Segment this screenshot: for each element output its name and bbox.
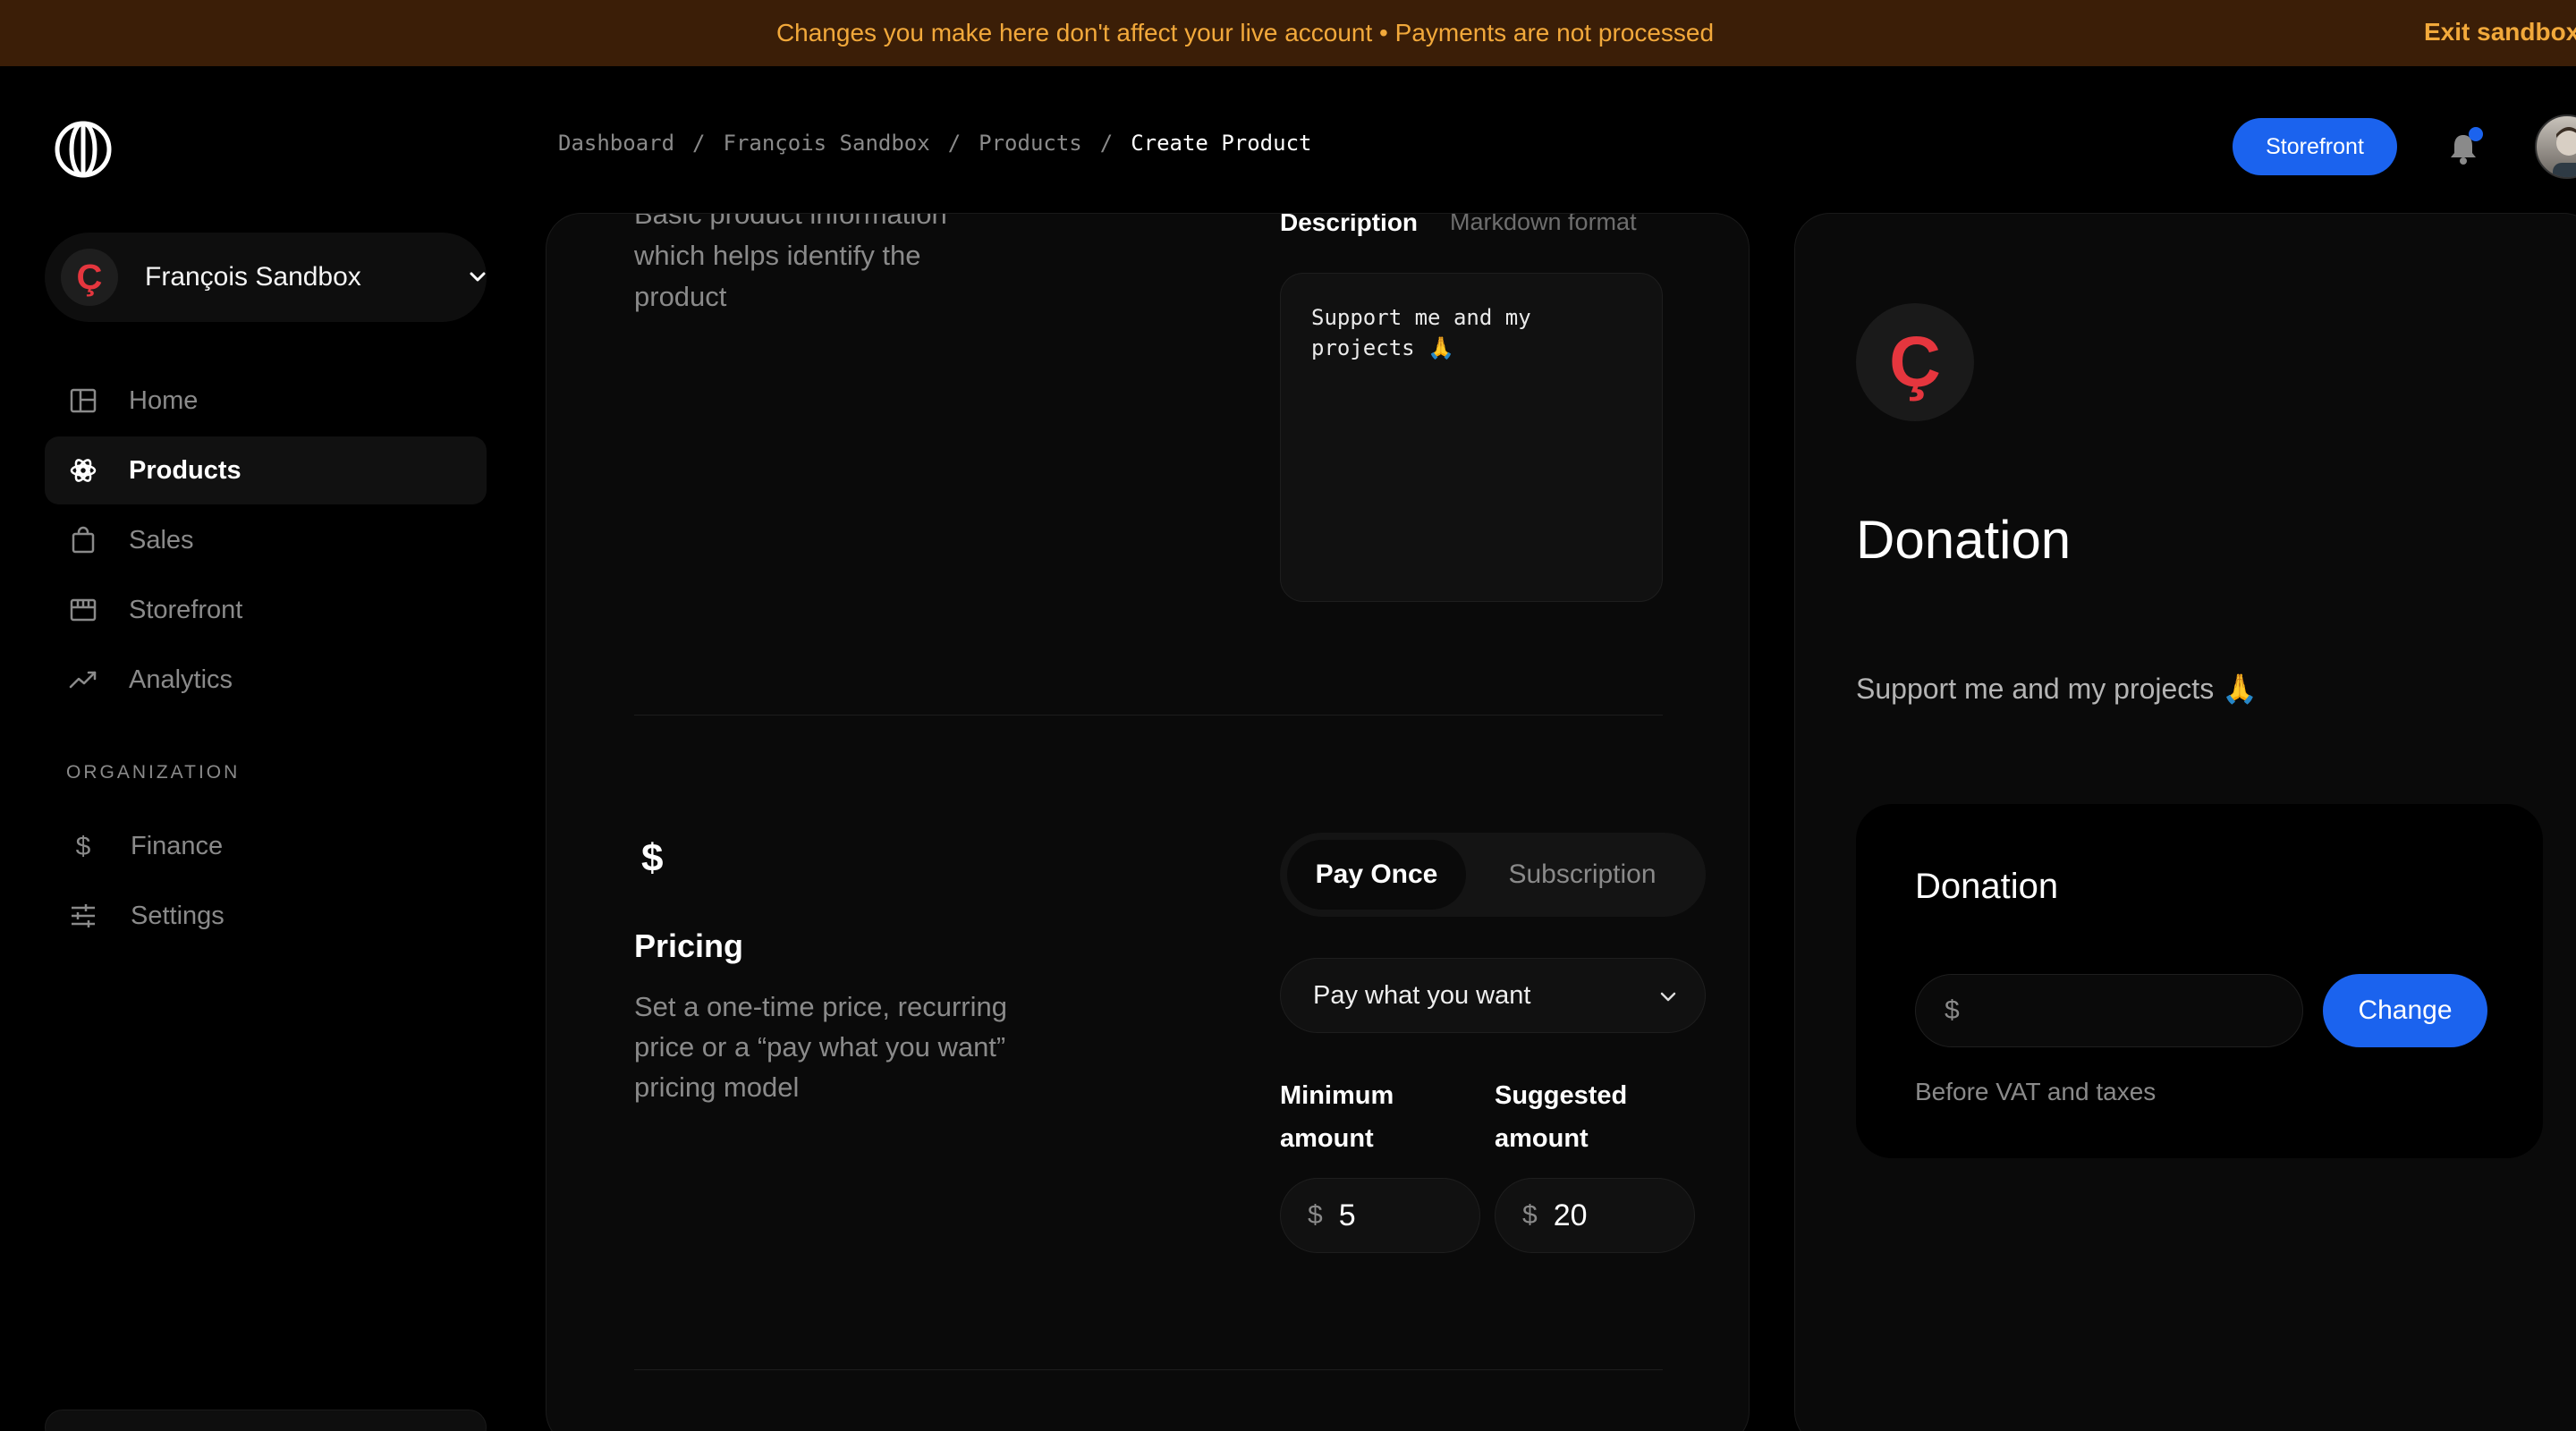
- chevron-down-icon: [470, 272, 486, 282]
- sidebar-item-label: Sales: [129, 525, 194, 555]
- vat-note: Before VAT and taxes: [1915, 1078, 2157, 1105]
- sidebar-item-settings[interactable]: Settings: [45, 882, 487, 950]
- chevron-down-icon: [1660, 992, 1676, 1002]
- home-icon: [70, 388, 97, 413]
- sandbox-banner: Changes you make here don't affect your …: [0, 0, 2576, 66]
- pricing-description: Set a one-time price, recurring price or…: [634, 991, 1007, 1103]
- sandbox-banner-message: Changes you make here don't affect your …: [775, 19, 1715, 47]
- currency-symbol: $: [1308, 1200, 1323, 1230]
- org-avatar: Ç: [61, 249, 118, 306]
- trend-up-icon: [69, 671, 97, 689]
- store-icon: [70, 598, 97, 622]
- basic-info-description: Basic product information which helps id…: [634, 213, 947, 312]
- tab-subscription[interactable]: Subscription: [1466, 840, 1699, 910]
- minimum-amount-value: 5: [1338, 1198, 1356, 1232]
- product-form: Basic product information which helps id…: [546, 213, 1750, 1431]
- organization-section-label: ORGANIZATION: [66, 762, 241, 783]
- pricing-model-value: Pay what you want: [1313, 980, 1531, 1010]
- description-textarea[interactable]: Support me and my projects 🙏: [1280, 273, 1663, 602]
- sidebar-account-menu[interactable]: [45, 1410, 487, 1431]
- breadcrumb-separator: /: [692, 131, 706, 156]
- sidebar-item-products[interactable]: Products: [45, 436, 487, 504]
- currency-symbol: $: [1522, 1200, 1538, 1230]
- org-switcher[interactable]: Ç François Sandbox: [45, 233, 487, 322]
- suggested-amount-label: Suggested amount: [1495, 1081, 1628, 1153]
- sidebar-item-label: Home: [129, 385, 199, 415]
- sidebar-item-label: Storefront: [129, 595, 243, 624]
- section-divider: [634, 715, 1663, 716]
- dollar-icon: $: [76, 832, 91, 861]
- exit-sandbox-link[interactable]: Exit sandbox: [2424, 18, 2576, 47]
- product-preview: Ç Donation Support me and my projects 🙏 …: [1794, 213, 2576, 1431]
- sidebar-item-sales[interactable]: Sales: [45, 506, 487, 574]
- app-logo[interactable]: [54, 120, 113, 179]
- user-photo-icon: [2553, 127, 2576, 177]
- sidebar-item-finance[interactable]: $ Finance: [45, 812, 487, 880]
- sidebar-item-label: Products: [129, 455, 242, 485]
- preview-checkout-box: Donation $ Change Before VAT and taxes: [1856, 804, 2543, 1158]
- minimum-amount-label: Minimum amount: [1280, 1081, 1394, 1153]
- org-name: François Sandbox: [145, 262, 361, 292]
- sidebar-item-storefront[interactable]: Storefront: [45, 576, 487, 644]
- sliders-icon: [72, 904, 95, 927]
- products-icon: [70, 459, 97, 482]
- user-avatar[interactable]: [2535, 114, 2576, 179]
- tab-pay-once[interactable]: Pay Once: [1287, 840, 1466, 910]
- breadcrumb-products[interactable]: Products: [979, 131, 1082, 156]
- storefront-button[interactable]: Storefront: [2233, 118, 2397, 175]
- breadcrumb-org[interactable]: François Sandbox: [724, 131, 930, 156]
- change-button[interactable]: Change: [2323, 974, 2487, 1047]
- suggested-amount-input[interactable]: $ 20: [1495, 1178, 1695, 1253]
- sidebar-nav: Home Products Sales Storefront Analytics: [45, 367, 487, 716]
- section-divider: [634, 1369, 1663, 1370]
- description-hint: Markdown format: [1450, 213, 1637, 235]
- suggested-amount-value: 20: [1553, 1198, 1588, 1232]
- sidebar-item-home[interactable]: Home: [45, 367, 487, 435]
- sidebar-item-analytics[interactable]: Analytics: [45, 646, 487, 714]
- currency-symbol: $: [1945, 995, 1960, 1025]
- breadcrumb-current: Create Product: [1131, 131, 1312, 156]
- notification-badge: [2469, 127, 2483, 141]
- preview-avatar: Ç: [1856, 303, 1974, 421]
- preview-amount-input[interactable]: $: [1915, 974, 2303, 1047]
- pricing-title: Pricing: [634, 927, 744, 964]
- pricing-type-toggle: Pay Once Subscription: [1280, 833, 1706, 917]
- preview-title: Donation: [1856, 510, 2072, 570]
- description-label: Description: [1280, 213, 1419, 236]
- preview-box-title: Donation: [1915, 867, 2059, 906]
- preview-description: Support me and my projects 🙏: [1856, 673, 2258, 705]
- pricing-dollar-icon: $: [641, 836, 664, 880]
- sidebar-item-label: Analytics: [129, 665, 233, 694]
- polar-logo-icon: [55, 121, 112, 178]
- shopping-bag-icon: [72, 526, 95, 554]
- breadcrumb-separator: /: [947, 131, 962, 156]
- sidebar-item-label: Settings: [131, 901, 225, 930]
- breadcrumb-dashboard[interactable]: Dashboard: [558, 131, 674, 156]
- minimum-amount-input[interactable]: $ 5: [1280, 1178, 1480, 1253]
- organization-nav: $ Finance Settings: [45, 812, 487, 952]
- pricing-model-select[interactable]: Pay what you want: [1280, 958, 1706, 1033]
- sidebar-item-label: Finance: [131, 831, 224, 860]
- svg-text:$: $: [76, 832, 91, 861]
- breadcrumb: Dashboard / François Sandbox / Products …: [558, 131, 1311, 156]
- breadcrumb-separator: /: [1099, 131, 1114, 156]
